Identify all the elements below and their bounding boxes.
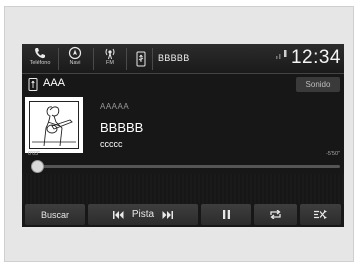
- track-title: BBBBB: [100, 120, 144, 135]
- elapsed-time: 0'03": [28, 151, 41, 157]
- repeat-icon: [270, 210, 281, 219]
- track-label: Pista: [131, 209, 155, 220]
- fm-radio-icon: [105, 48, 115, 60]
- fm-button[interactable]: FM: [98, 46, 122, 72]
- navi-icon: [68, 46, 82, 60]
- pause-icon: [222, 210, 230, 219]
- repeat-button[interactable]: [254, 204, 297, 225]
- separator: [58, 48, 59, 70]
- source-header: AAA Sonido: [22, 75, 344, 94]
- pause-button[interactable]: [201, 204, 251, 225]
- remaining-time: -5'50": [325, 151, 340, 157]
- album-name: AAAAA: [100, 102, 130, 111]
- bottom-bar: Buscar Pista: [22, 204, 344, 227]
- phone-icon: [35, 48, 45, 59]
- separator: [126, 48, 127, 70]
- source-title: BBBBB: [158, 53, 190, 63]
- background-texture: [22, 174, 344, 204]
- artist-name: ccccc: [100, 139, 123, 149]
- device-name: AAA: [43, 77, 66, 89]
- search-button[interactable]: Buscar: [25, 204, 85, 225]
- bluetooth-signal-icon: [276, 50, 287, 59]
- navi-label: Navi: [69, 60, 81, 66]
- clock: 12:34: [290, 47, 341, 68]
- separator: [152, 48, 153, 70]
- phone-label: Teléfono: [29, 60, 51, 66]
- usb-device-icon: [136, 51, 146, 67]
- progress-knob[interactable]: [30, 160, 44, 173]
- shuffle-icon: [313, 210, 327, 219]
- track-control: Pista: [88, 204, 198, 225]
- navi-button[interactable]: Navi: [61, 46, 89, 72]
- audio-screen: Teléfono Navi FM BBBBB 12:34 AAA Sonido …: [22, 44, 344, 227]
- separator: [93, 48, 94, 70]
- shuffle-button[interactable]: [300, 204, 341, 225]
- usb-device-icon: [28, 78, 38, 91]
- sound-button[interactable]: Sonido: [296, 77, 340, 92]
- fm-label: FM: [106, 60, 114, 66]
- phone-button[interactable]: Teléfono: [25, 46, 55, 72]
- skip-next-icon[interactable]: [162, 210, 174, 219]
- status-bar: Teléfono Navi FM BBBBB 12:34: [22, 44, 344, 74]
- skip-previous-icon[interactable]: [112, 210, 124, 219]
- album-art: [25, 97, 83, 153]
- progress-track[interactable]: [32, 165, 340, 168]
- guitarist-illustration: [32, 106, 76, 147]
